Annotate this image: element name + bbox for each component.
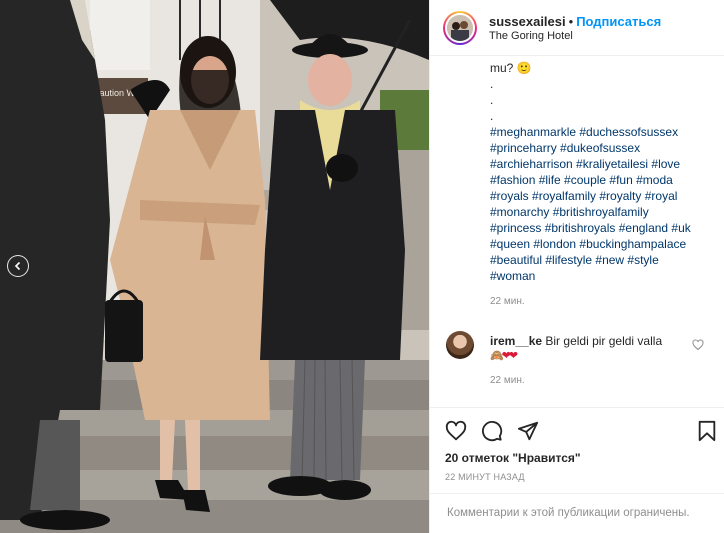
- commenter-avatar[interactable]: [446, 331, 474, 359]
- comment-timestamp: 22 мин.: [490, 375, 525, 386]
- post-photo[interactable]: Caution Wet Fl: [0, 0, 429, 533]
- follow-button[interactable]: Подписаться: [576, 14, 661, 29]
- hashtag-line[interactable]: #royals #royalfamily #royalty #royal: [490, 188, 720, 204]
- hashtag-line[interactable]: #queen #london #buckinghampalace: [490, 236, 720, 252]
- share-icon[interactable]: [517, 420, 539, 442]
- caption-line: .: [490, 77, 494, 91]
- likes-count[interactable]: 20 отметок "Нравится": [445, 451, 581, 465]
- heart-icon[interactable]: [445, 420, 467, 442]
- hashtags: #meghanmarkle #duchessofsussex #princeha…: [490, 124, 720, 284]
- hashtag-line[interactable]: #monarchy #britishroyalfamily: [490, 204, 720, 220]
- user-row: sussexailesi • Подписаться: [489, 14, 661, 29]
- post-header: sussexailesi • Подписаться The Goring Hote…: [430, 0, 724, 56]
- comment-username[interactable]: irem__ke: [490, 334, 542, 348]
- bookmark-icon[interactable]: [696, 420, 718, 442]
- post-timestamp: 22 МИНУТ НАЗАД: [445, 472, 525, 482]
- comment-icon[interactable]: [481, 420, 503, 442]
- hashtag-line[interactable]: #archieharrison #kraliyetailesi #love: [490, 156, 720, 172]
- comment-text: Bir geldi pir geldi valla: [545, 334, 663, 348]
- location-link[interactable]: The Goring Hotel: [489, 30, 573, 42]
- post-side-panel: sussexailesi • Подписаться The Goring Hote…: [429, 0, 724, 533]
- caption-timestamp: 22 мин.: [490, 296, 525, 307]
- avatar-image: [445, 13, 475, 43]
- comment-emoji: 🙈❤❤: [490, 350, 518, 362]
- username-link[interactable]: sussexailesi: [489, 14, 566, 29]
- comment-like-heart-icon[interactable]: [692, 338, 704, 351]
- separator-dot: •: [568, 14, 574, 29]
- hashtag-line[interactable]: #beautiful #lifestyle #new #style: [490, 252, 720, 268]
- hashtag-line[interactable]: #princeharry #dukeofsussex: [490, 140, 720, 156]
- caption-line: mu? 🙂: [490, 61, 532, 75]
- photo-illustration: Caution Wet Fl: [0, 0, 429, 533]
- hashtag-line[interactable]: #woman: [490, 268, 720, 284]
- comments-disabled-notice: Комментарии к этой публикации ограничены…: [430, 493, 724, 533]
- caption-line: .: [490, 93, 494, 107]
- hashtag-line[interactable]: #fashion #life #couple #fun #moda: [490, 172, 720, 188]
- caption-line: .: [490, 109, 494, 123]
- comment: irem__ke Bir geldi pir geldi valla: [490, 333, 690, 349]
- profile-avatar[interactable]: [443, 11, 477, 45]
- action-bar: 20 отметок "Нравится" 22 МИНУТ НАЗАД: [430, 407, 724, 487]
- post-caption: mu? 🙂 . . . #meghanmarkle #duchessofsuss…: [490, 60, 720, 284]
- hashtag-line[interactable]: #meghanmarkle #duchessofsussex: [490, 124, 720, 140]
- hashtag-line[interactable]: #princess #britishroyals #england #uk: [490, 220, 720, 236]
- chevron-left-icon[interactable]: [7, 255, 29, 277]
